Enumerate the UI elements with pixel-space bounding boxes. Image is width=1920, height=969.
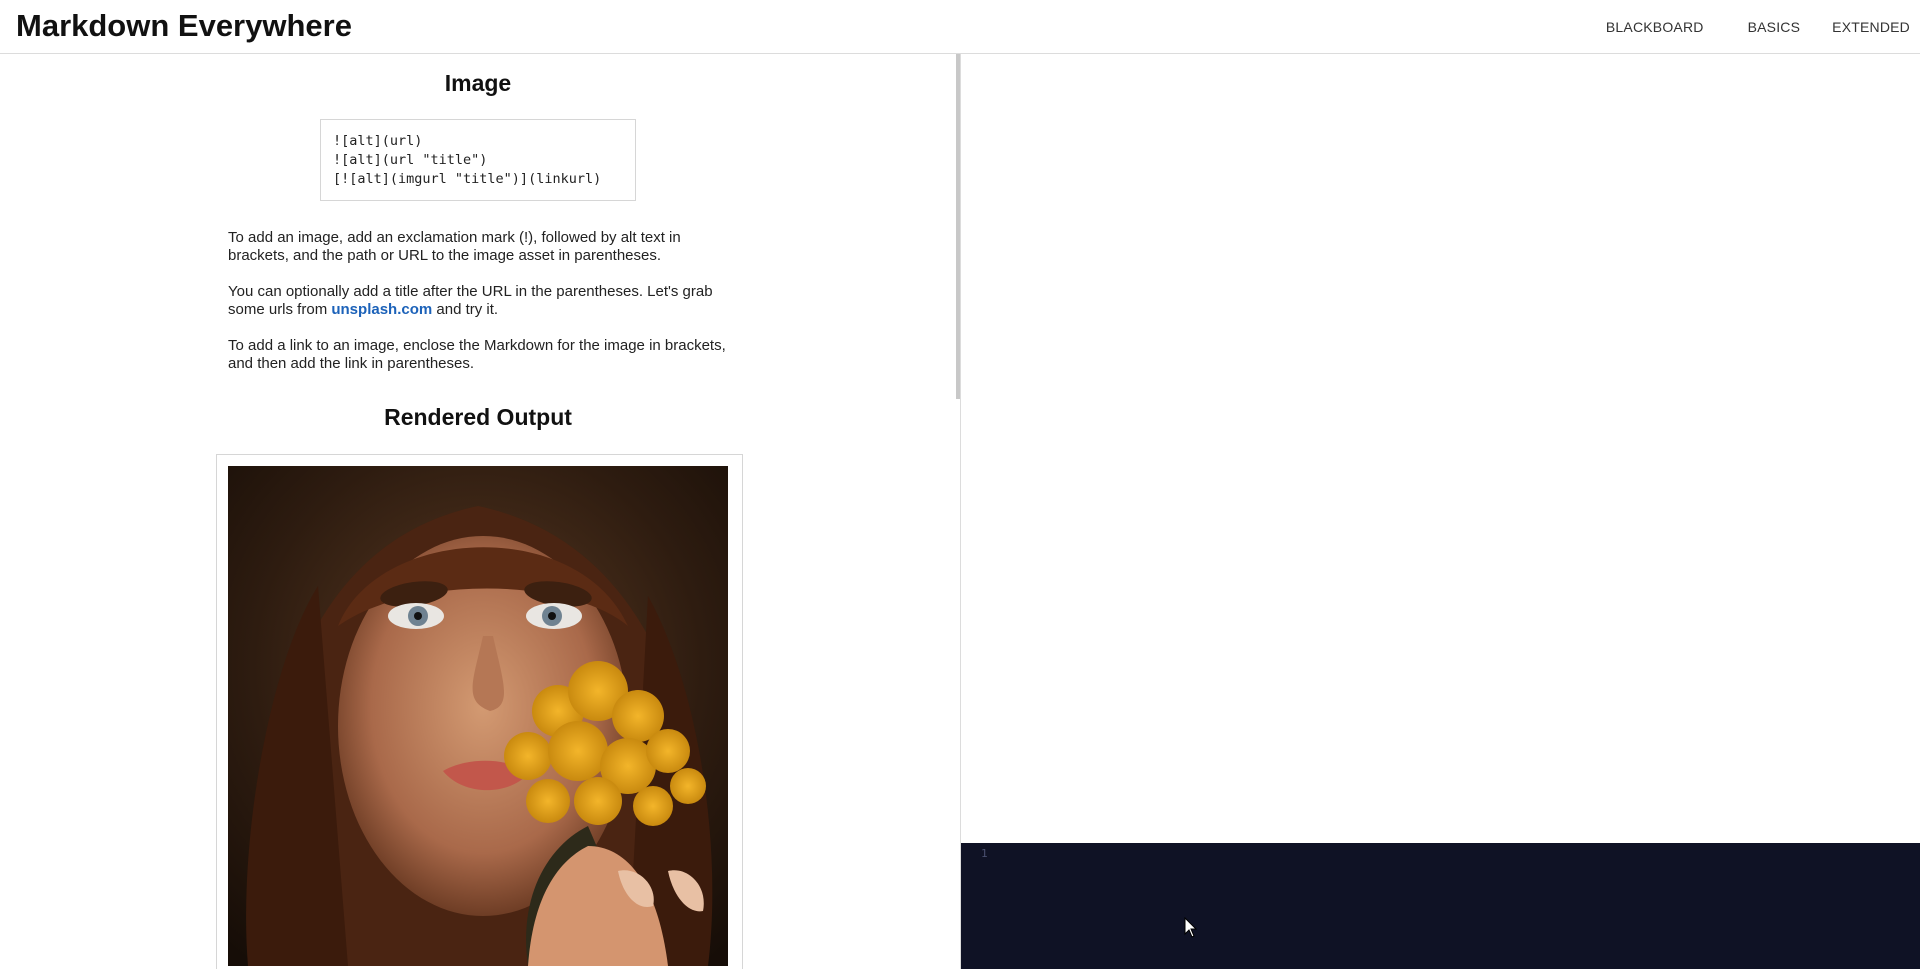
code-line: ![alt](url): [333, 133, 423, 149]
code-line: [![alt](imgurl "title")](linkurl): [333, 171, 602, 187]
nav-extended[interactable]: EXTENDED: [1832, 19, 1910, 35]
top-nav: BLACKBOARD BASICS EXTENDED: [1606, 19, 1910, 35]
lesson-title: Image: [444, 70, 512, 96]
code-line: ![alt](url "title"): [333, 152, 488, 168]
rendered-output-title: Rendered Output: [384, 404, 572, 430]
rendered-image: [228, 466, 728, 966]
markdown-editor[interactable]: 1: [961, 843, 1920, 969]
syntax-code-block: ![alt](url) ![alt](url "title") [![alt](im…: [320, 119, 636, 201]
nav-blackboard[interactable]: BLACKBOARD: [1606, 19, 1704, 35]
line-number: 1: [981, 847, 988, 860]
portrait-photo: [228, 466, 728, 966]
nav-basics[interactable]: BASICS: [1748, 19, 1801, 35]
paragraph-image-link: To add a link to an image, enclose the M…: [228, 337, 726, 372]
paragraph-text: and try it.: [432, 301, 499, 318]
paragraph-image-syntax: To add an image, add an exclamation mark…: [228, 229, 681, 264]
mouse-pointer-icon: [1184, 917, 1198, 938]
lesson-pane: Image ![alt](url) ![alt](url "title") [![a…: [0, 54, 956, 969]
blackboard-preview: [961, 54, 1920, 843]
site-title[interactable]: Markdown Everywhere: [16, 8, 352, 44]
paragraph-title-option: You can optionally add a title after the…: [228, 283, 728, 319]
site-header: Markdown Everywhere BLACKBOARD BASICS EX…: [0, 0, 1920, 54]
unsplash-link[interactable]: unsplash.com: [331, 301, 432, 318]
